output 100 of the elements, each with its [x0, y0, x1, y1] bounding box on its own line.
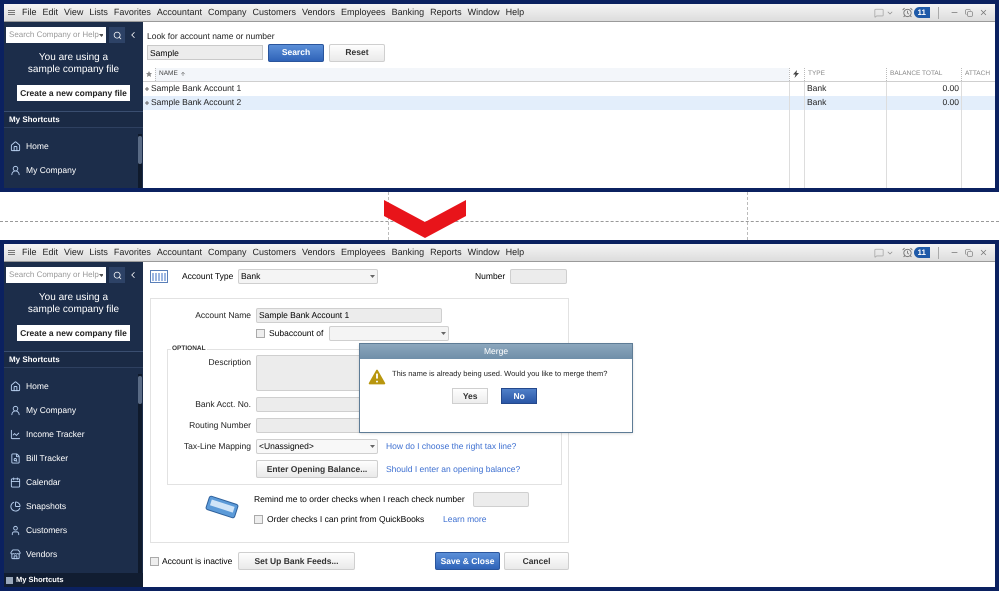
- shortcut-item[interactable]: Home: [4, 134, 138, 158]
- menu-item[interactable]: Company: [204, 6, 250, 20]
- menu-item[interactable]: Lists: [86, 6, 111, 20]
- shortcut-item[interactable]: My Company: [4, 158, 138, 182]
- scrollbar[interactable]: [138, 134, 142, 188]
- search-button[interactable]: Reset: [329, 44, 385, 62]
- expand-icon[interactable]: [145, 86, 149, 91]
- column-settings-icon[interactable]: [146, 71, 152, 78]
- close-icon[interactable]: [979, 248, 988, 257]
- menu-item[interactable]: Edit: [40, 246, 62, 260]
- sort-icon: [180, 71, 186, 78]
- menu-item[interactable]: Reports: [427, 246, 465, 260]
- search-button[interactable]: [109, 27, 125, 43]
- menu-item[interactable]: Vendors: [299, 6, 338, 20]
- type-cell: Bank: [807, 96, 826, 110]
- menu-item[interactable]: Edit: [40, 6, 62, 20]
- shortcut-item[interactable]: Snapshots: [4, 494, 138, 518]
- menu-item[interactable]: Banking: [388, 6, 428, 20]
- caret-icon: [98, 34, 103, 36]
- bank-feeds-button[interactable]: Set Up Bank Feeds...: [238, 552, 355, 570]
- shortcut-icon: [10, 428, 21, 440]
- shortcut-icon: [10, 524, 21, 536]
- chat-icon[interactable]: [874, 248, 884, 258]
- menu-item[interactable]: Company: [204, 246, 250, 260]
- menu-item[interactable]: Window: [464, 6, 503, 20]
- shortcut-item[interactable]: My Company: [4, 398, 138, 422]
- shortcut-icon: [10, 500, 21, 512]
- shortcut-item[interactable]: Income Tracker: [4, 422, 138, 446]
- menu-item[interactable]: Accountant: [154, 246, 205, 260]
- shortcut-icon: [10, 404, 21, 416]
- shortcut-item[interactable]: Bill Tracker: [4, 446, 138, 470]
- action-button[interactable]: Cancel: [504, 552, 569, 570]
- caret-icon: [441, 332, 446, 335]
- sample-file-notice: You are using a sample company file: [26, 52, 120, 76]
- down-arrow-icon: [384, 200, 466, 238]
- dialog-button[interactable]: Yes: [452, 388, 488, 404]
- search-button[interactable]: Search: [268, 44, 324, 62]
- shortcut-item[interactable]: Customers: [4, 518, 138, 542]
- shortcut-icon: [10, 548, 21, 560]
- search-icon: [112, 270, 122, 280]
- chat-icon[interactable]: [874, 8, 884, 18]
- search-button[interactable]: [109, 267, 125, 283]
- menu-item[interactable]: Customers: [249, 6, 299, 20]
- order-checks-checkbox[interactable]: [254, 514, 263, 524]
- close-icon[interactable]: [979, 8, 988, 17]
- sample-file-notice: You are using a sample company file: [26, 292, 120, 316]
- restore-icon[interactable]: [965, 248, 973, 256]
- menu-item[interactable]: Favorites: [110, 6, 154, 20]
- help-link[interactable]: Should I enter an opening balance?: [386, 462, 520, 476]
- account-name-field[interactable]: Sample Bank Account 1: [256, 308, 442, 323]
- shortcut-item[interactable]: Calendar: [4, 470, 138, 494]
- field-label: Bank Acct. No.: [194, 398, 251, 411]
- check-number-field[interactable]: [472, 492, 529, 507]
- subaccount-checkbox[interactable]: [256, 329, 265, 338]
- menu-item[interactable]: Help: [502, 6, 528, 20]
- dialog-button[interactable]: No: [501, 388, 538, 404]
- scrollbar[interactable]: [138, 374, 142, 573]
- check-reminder-label: Remind me to order checks when I reach check number: [254, 493, 465, 506]
- menu-item[interactable]: File: [19, 6, 40, 20]
- alarm-clock-icon[interactable]: [902, 7, 913, 18]
- menu-item[interactable]: Employees: [338, 246, 389, 260]
- balance-cell: 0.00: [942, 82, 959, 96]
- table-row[interactable]: Sample Bank Account 2 Bank 0.00: [143, 96, 995, 110]
- menu-item[interactable]: Banking: [388, 246, 428, 260]
- help-link[interactable]: How do I choose the right tax line?: [386, 440, 516, 453]
- alert-count-badge[interactable]: 11: [914, 7, 930, 18]
- action-button[interactable]: Save & Close: [435, 552, 500, 570]
- shortcut-icon: [10, 380, 21, 392]
- menu-icon[interactable]: [8, 249, 15, 256]
- menu-item[interactable]: File: [19, 246, 40, 260]
- learn-more-link[interactable]: Learn more: [443, 513, 486, 526]
- account-search-field[interactable]: Sample: [147, 45, 263, 60]
- account-type-select[interactable]: Bank: [238, 268, 378, 284]
- menu-icon[interactable]: [8, 9, 15, 16]
- shortcut-item[interactable]: Vendors: [4, 542, 138, 566]
- create-company-button[interactable]: Create a new company file: [17, 85, 130, 101]
- restore-icon[interactable]: [965, 8, 973, 16]
- shortcuts-header: My Shortcuts: [4, 111, 143, 127]
- menu-item[interactable]: Lists: [86, 246, 111, 260]
- menu-item[interactable]: Favorites: [110, 246, 154, 260]
- shortcut-icon: [10, 164, 21, 176]
- menu-item[interactable]: Help: [502, 246, 528, 260]
- alarm-clock-icon[interactable]: [902, 247, 913, 258]
- shortcut-item[interactable]: Home: [4, 374, 138, 398]
- menu-item[interactable]: Reports: [427, 6, 465, 20]
- alert-count-badge[interactable]: 11: [914, 247, 930, 258]
- menu-item[interactable]: Customers: [249, 246, 299, 260]
- field-label: Description: [207, 356, 251, 369]
- menu-item[interactable]: Window: [464, 246, 503, 260]
- account-type-label: Account Type: [182, 270, 234, 282]
- menu-item[interactable]: Accountant: [154, 6, 205, 20]
- tax-line-select[interactable]: <Unassigned>: [256, 439, 378, 454]
- number-field[interactable]: [510, 268, 567, 284]
- menu-item[interactable]: Employees: [338, 6, 389, 20]
- menu-item[interactable]: View: [61, 246, 86, 260]
- opening-balance-button[interactable]: Enter Opening Balance...: [256, 460, 378, 478]
- create-company-button[interactable]: Create a new company file: [17, 325, 130, 341]
- expand-icon[interactable]: [145, 100, 149, 105]
- menu-item[interactable]: Vendors: [299, 246, 338, 260]
- menu-item[interactable]: View: [61, 6, 86, 20]
